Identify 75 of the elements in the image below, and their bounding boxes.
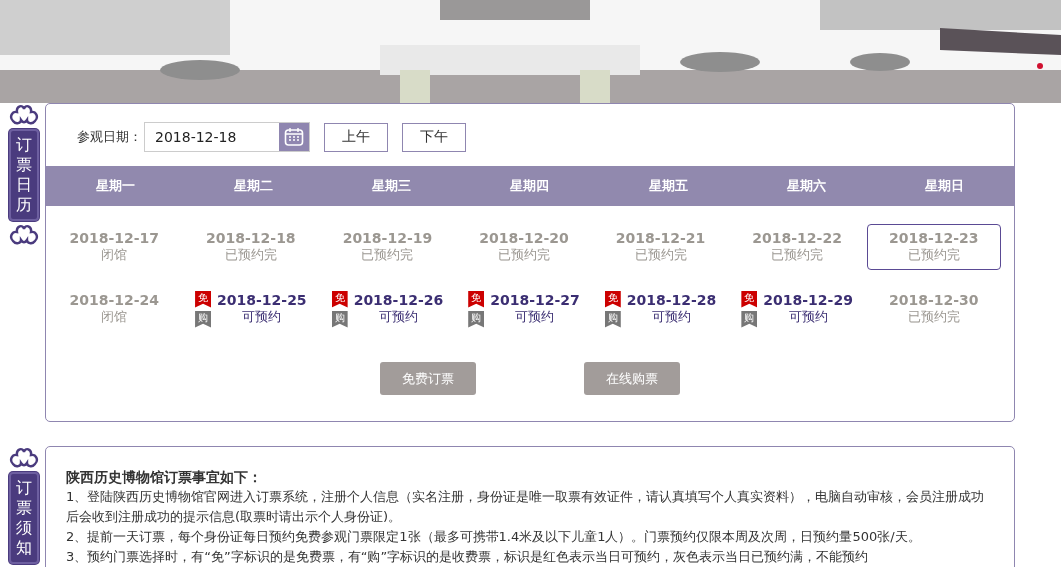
- cloud-ornament-icon: [9, 103, 39, 127]
- section-label: 订票日历: [9, 129, 39, 221]
- calendar-day[interactable]: 免 购 2018-12-29 可预约: [730, 286, 865, 332]
- calendar-day[interactable]: 2018-12-23 已预约完: [866, 224, 1001, 270]
- weekday-label: 星期二: [233, 177, 273, 195]
- date-label: 参观日期：: [77, 128, 142, 146]
- day-date: 2018-12-29: [763, 292, 853, 308]
- period-button[interactable]: 下午: [402, 122, 466, 152]
- weekday-label: 星期日: [925, 177, 965, 195]
- day-date: 2018-12-18: [206, 230, 296, 246]
- notice-paragraph: 2、提前一天订票，每个身份证每日预约免费参观门票限定1张（最多可携带1.4米及以下儿童1人）。门票预约仅限本周及次周，日预约量500张/天。: [66, 528, 922, 546]
- day-date: 2018-12-26: [353, 292, 444, 308]
- day-date: 2018-12-23: [888, 230, 979, 246]
- ticket-badge: 购: [741, 310, 758, 328]
- calendar-day[interactable]: 2018-12-17 闭馆: [47, 224, 182, 270]
- day-status: 已预约完: [634, 246, 687, 264]
- ticket-badge: 购: [331, 310, 348, 328]
- period-button[interactable]: 上午: [324, 122, 388, 152]
- notice-title: 陕西历史博物馆订票事宜如下：: [66, 468, 263, 487]
- calendar-day[interactable]: 2018-12-24 闭馆: [47, 286, 182, 332]
- day-status: 可预约: [652, 308, 692, 326]
- day-status: 已预约完: [907, 246, 960, 264]
- calendar-day[interactable]: 2018-12-21 已预约完: [593, 224, 728, 270]
- ticket-badge: 购: [195, 310, 212, 328]
- ticket-badge: 免: [195, 290, 212, 308]
- calendar-day[interactable]: 2018-12-19 已预约完: [320, 224, 455, 270]
- day-date: 2018-12-28: [626, 292, 717, 308]
- calendar-day[interactable]: 2018-12-18 已预约完: [183, 224, 318, 270]
- ticket-button[interactable]: 免费订票: [380, 362, 476, 395]
- date-field[interactable]: 2018-12-18: [144, 122, 310, 152]
- ticket-badge: 购: [604, 310, 621, 328]
- day-status: 已预约完: [771, 246, 824, 264]
- ticket-badge: 免: [331, 290, 348, 308]
- weekday-label: 星期三: [372, 177, 412, 195]
- day-status: 闭馆: [101, 246, 128, 264]
- day-status: 已预约完: [224, 246, 277, 264]
- calendar-day[interactable]: 2018-12-20 已预约完: [457, 224, 591, 270]
- day-status: 可预约: [378, 308, 418, 326]
- day-status: 已预约完: [907, 308, 960, 326]
- day-date: 2018-12-30: [888, 292, 979, 308]
- calendar-icon[interactable]: [284, 127, 304, 147]
- day-status: 已预约完: [361, 246, 414, 264]
- cloud-ornament-icon: [9, 446, 39, 470]
- calendar-day[interactable]: 免 购 2018-12-26 可预约: [320, 286, 455, 332]
- day-date: 2018-12-21: [615, 230, 706, 246]
- day-date: 2018-12-25: [217, 292, 307, 308]
- cloud-ornament-icon: [9, 223, 39, 247]
- day-date: 2018-12-22: [752, 230, 842, 246]
- calendar-day[interactable]: 免 购 2018-12-25 可预约: [183, 286, 318, 332]
- day-status: 可预约: [515, 308, 555, 326]
- day-date: 2018-12-19: [342, 230, 433, 246]
- ticket-badge: 免: [741, 290, 758, 308]
- weekday-label: 星期四: [510, 177, 550, 195]
- day-status: 可预约: [788, 308, 828, 326]
- day-status: 已预约完: [498, 246, 550, 264]
- ticket-badge: 购: [468, 310, 485, 328]
- weekday-label: 星期一: [95, 177, 135, 195]
- notice-paragraph: 1、登陆陕西历史博物馆官网进入订票系统，注册个人信息（实名注册，身份证是唯一取票有效证件，请认真填写个人真实资料），电脑自动审核，会员注册成功后会收到注册成功的提示信息(取票时请出示个人身份证)。: [66, 488, 986, 526]
- weekday-label: 星期六: [787, 177, 827, 195]
- day-date: 2018-12-24: [69, 292, 160, 308]
- section-label: 订票须知: [9, 472, 39, 564]
- day-date: 2018-12-20: [479, 230, 569, 246]
- notice-paragraph: 3、预约门票选择时，有“免”字标识的是免费票，有“购”字标识的是收费票，标识是红色表示当日可预约，灰色表示当日已预约满，不能预约: [66, 548, 870, 566]
- ticket-badge: 免: [604, 290, 621, 308]
- day-date: 2018-12-27: [490, 292, 580, 308]
- calendar-day[interactable]: 2018-12-30 已预约完: [866, 286, 1001, 332]
- day-date: 2018-12-17: [69, 230, 160, 246]
- day-status: 闭馆: [101, 308, 128, 326]
- calendar-day[interactable]: 免 购 2018-12-28 可预约: [593, 286, 728, 332]
- day-status: 可预约: [242, 308, 282, 326]
- ticket-badge: 免: [468, 290, 485, 308]
- weekday-label: 星期五: [648, 177, 688, 195]
- calendar-day[interactable]: 2018-12-22 已预约完: [730, 224, 865, 270]
- ticket-button[interactable]: 在线购票: [584, 362, 680, 395]
- calendar-day[interactable]: 免 购 2018-12-27 可预约: [457, 286, 591, 332]
